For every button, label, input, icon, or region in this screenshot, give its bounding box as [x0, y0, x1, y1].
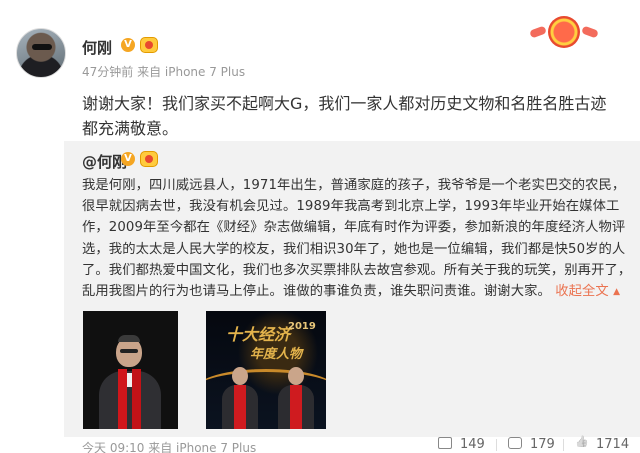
- photo2-year: 2019: [288, 321, 316, 332]
- medal-icon[interactable]: [140, 151, 158, 167]
- photo-thumbnail-1[interactable]: [83, 311, 178, 429]
- footer-meta: 今天 09:10 来自 iPhone 7 Plus: [82, 441, 257, 453]
- action-divider: [563, 439, 564, 451]
- repost-author-link[interactable]: @何刚: [82, 151, 127, 172]
- rosette-ribbon-left: [529, 25, 547, 39]
- photo1-scarf-left: [118, 369, 127, 429]
- like-icon: [575, 437, 588, 449]
- repost-icon: [438, 437, 452, 449]
- status-text: 谢谢大家！我们家买不起啊大G，我们一家人都对历史文物和名胜名胜古迹都充满敬意。: [82, 94, 607, 138]
- weibo-post: 何刚 V 47分钟前 来自 iPhone 7 Plus 谢谢大家！我们家买不起啊…: [0, 0, 640, 453]
- collapse-link[interactable]: 收起全文: [555, 284, 609, 299]
- comment-count: 179: [530, 437, 555, 452]
- chevron-up-icon[interactable]: ▲: [613, 287, 620, 297]
- rosette-icon: [528, 14, 600, 50]
- post-meta: 47分钟前 来自 iPhone 7 Plus: [82, 65, 246, 79]
- rosette-ribbon-right: [581, 25, 599, 39]
- verified-v-icon: V: [121, 152, 135, 166]
- repost-button[interactable]: 149: [438, 437, 485, 452]
- repost-card[interactable]: @何刚 V 我是何刚，四川威远县人，1971年出生，普通家庭的孩子，我爷爷是一个…: [64, 141, 640, 437]
- repost-body: 我是何刚，四川威远县人，1971年出生，普通家庭的孩子，我爷爷是一个老实巴交的农…: [82, 175, 634, 303]
- comment-button[interactable]: 179: [508, 437, 555, 452]
- action-divider: [496, 439, 497, 451]
- medal-icon[interactable]: [140, 37, 158, 53]
- verified-v-icon: V: [121, 38, 135, 52]
- photo1-figure-glasses: [120, 349, 138, 353]
- repost-count: 149: [460, 437, 485, 452]
- like-button[interactable]: 1714: [575, 437, 629, 452]
- avatar-glasses: [32, 44, 52, 50]
- avatar[interactable]: [16, 28, 66, 78]
- author-name[interactable]: 何刚: [82, 37, 112, 58]
- photo2-figure-left: [222, 367, 258, 429]
- repost-body-text: 我是何刚，四川威远县人，1971年出生，普通家庭的孩子，我爷爷是一个老实巴交的农…: [82, 178, 632, 300]
- post-footer: 今天 09:10 来自 iPhone 7 Plus 149 179 1714: [0, 437, 640, 453]
- photo2-figure-right: [278, 367, 314, 429]
- photo2-title-line1: 十大经济: [226, 325, 291, 344]
- rosette-ring: [548, 16, 580, 48]
- like-count: 1714: [596, 437, 630, 452]
- photo2-title-line2: 年度人物: [250, 347, 303, 362]
- comment-icon: [508, 437, 522, 449]
- photo-thumbnail-2[interactable]: 十大经济 2019 年度人物: [206, 311, 326, 429]
- photo1-scarf-right: [132, 369, 141, 429]
- photo1-figure-hair: [118, 335, 140, 342]
